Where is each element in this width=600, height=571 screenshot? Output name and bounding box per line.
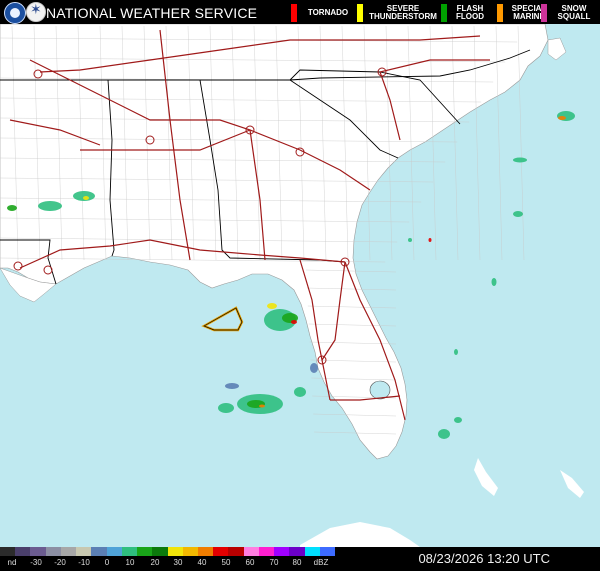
radar-echo xyxy=(38,201,62,211)
scale-tick-label: dBZ xyxy=(313,558,329,567)
scale-tick-label: -20 xyxy=(54,558,66,567)
scale-tick-label: 50 xyxy=(221,558,231,567)
legend-severe-swatch xyxy=(357,4,363,22)
scale-tick-label: -30 xyxy=(30,558,42,567)
scale-tick-label: 20 xyxy=(150,558,160,567)
radar-echo xyxy=(218,403,234,413)
radar-echo xyxy=(513,157,527,163)
reflectivity-scale: nd -30 -20 -10 0 10 20 30 40 50 60 70 80 dBZ xyxy=(0,547,336,571)
scale-swatch xyxy=(30,547,47,556)
radar-echo xyxy=(438,429,450,439)
legend-flood-label: FLASH FLOOD xyxy=(456,4,484,21)
scale-swatch xyxy=(152,547,168,556)
scale-swatch xyxy=(76,547,92,556)
nws-logo-icon xyxy=(26,2,46,22)
scale-swatch xyxy=(106,547,123,556)
scale-swatch xyxy=(213,547,229,556)
scale-tick-label: 70 xyxy=(269,558,279,567)
scale-swatch xyxy=(304,547,321,556)
radar-echo xyxy=(558,116,566,120)
legend-marine-swatch xyxy=(497,4,503,22)
legend-squall-label: SNOW SQUALL xyxy=(557,4,591,21)
radar-echo xyxy=(267,303,277,309)
scale-tick-label: 10 xyxy=(125,558,135,567)
scale-swatch xyxy=(197,547,214,556)
warning-legend: TORNADO SEVERE THUNDERSTORM FLASH FLOOD … xyxy=(285,0,600,24)
agency-name: NATIONAL WEATHER SERVICE xyxy=(46,5,258,21)
legend-squall-swatch xyxy=(541,4,547,22)
scale-tick-label: 0 xyxy=(104,558,110,567)
scale-tick-label: 30 xyxy=(173,558,183,567)
radar-echo xyxy=(454,417,462,423)
scale-tick-label: nd xyxy=(7,558,17,567)
legend-tornado-swatch xyxy=(291,4,297,22)
scale-swatch xyxy=(289,547,306,556)
legend-flood-swatch xyxy=(441,4,447,22)
header-bar: NATIONAL WEATHER SERVICE TORNADO SEVERE … xyxy=(0,0,600,24)
scale-swatch xyxy=(274,547,290,556)
radar-map xyxy=(0,0,600,571)
noaa-logo-icon xyxy=(4,2,26,24)
scale-swatch xyxy=(137,547,153,556)
scale-swatch xyxy=(258,547,275,556)
scale-swatch xyxy=(45,547,62,556)
legend-snow-squall: SNOW SQUALL xyxy=(535,1,597,23)
scale-swatch xyxy=(91,547,108,556)
scale-swatch xyxy=(60,547,77,556)
legend-severe-label: SEVERE THUNDERSTORM xyxy=(369,4,437,21)
scale-swatch xyxy=(167,547,184,556)
radar-echo xyxy=(408,238,412,242)
scale-tick-label: 40 xyxy=(197,558,207,567)
radar-echo xyxy=(73,191,95,201)
timestamp: 08/23/2026 13:20 UTC xyxy=(418,551,550,566)
footer-bar: nd -30 -20 -10 0 10 20 30 40 50 60 70 80 dBZ 08/23/20… xyxy=(0,547,600,571)
scale-tick-label: -10 xyxy=(78,558,90,567)
radar-echo xyxy=(83,196,89,200)
scale-swatch xyxy=(15,547,31,556)
scale-swatch xyxy=(121,547,138,556)
radar-echo xyxy=(310,363,318,373)
scale-swatch xyxy=(182,547,199,556)
radar-echo xyxy=(513,211,523,217)
scale-swatch xyxy=(319,547,336,556)
scale-swatch xyxy=(0,547,16,556)
lake-okeechobee xyxy=(369,380,391,400)
radar-echo xyxy=(291,320,297,324)
radar-echo xyxy=(428,238,432,242)
scale-swatch xyxy=(243,547,260,556)
legend-tornado-label: TORNADO xyxy=(307,8,349,17)
legend-flash-flood: FLASH FLOOD xyxy=(435,1,495,23)
radar-echo xyxy=(259,404,265,408)
scale-tick-label: 60 xyxy=(245,558,255,567)
radar-echo xyxy=(7,205,17,211)
scale-tick-label: 80 xyxy=(292,558,302,567)
radar-echo xyxy=(454,349,458,355)
reflectivity-color-strip xyxy=(0,547,336,556)
legend-tornado: TORNADO xyxy=(285,1,355,23)
radar-echo xyxy=(294,387,306,397)
radar-echo xyxy=(491,278,497,286)
legend-severe-thunderstorm: SEVERE THUNDERSTORM xyxy=(351,1,441,23)
scale-swatch xyxy=(228,547,245,556)
radar-echo xyxy=(225,383,239,389)
